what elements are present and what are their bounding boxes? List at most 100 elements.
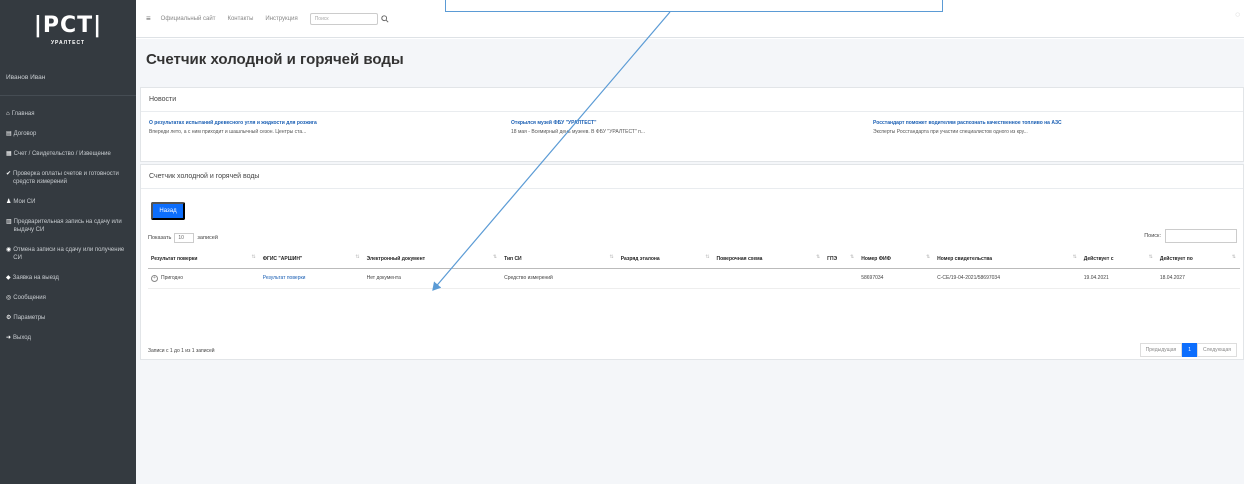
pagination: Предыдущая 1 Следующая xyxy=(1139,343,1237,357)
cell-value: Нет документа xyxy=(366,275,401,281)
table-cell: 19.04.2021 xyxy=(1080,268,1157,289)
column-header[interactable]: Поверочная схема ⇅ xyxy=(713,250,825,269)
sidebar-item[interactable]: ➜ Выход xyxy=(0,334,136,342)
nav-instructions[interactable]: Инструкция xyxy=(265,16,297,22)
logo[interactable]: |PCT| УРАЛТЕСТ xyxy=(0,0,136,60)
sort-icon[interactable]: ⇅ xyxy=(705,254,709,260)
sidebar-item[interactable]: ♟ Мои СИ xyxy=(0,198,136,206)
user-icon: ♟ xyxy=(6,199,12,205)
page-title: Счетчик холодной и горячей воды xyxy=(146,51,404,68)
table-cell: Нет документа xyxy=(363,268,502,289)
search-input[interactable]: Поиск xyxy=(309,12,378,25)
cell-value: 58697034 xyxy=(861,275,884,281)
column-header[interactable]: Номер свидетельства ⇅ xyxy=(934,250,1081,269)
table-cell[interactable]: Результат поверки xyxy=(259,268,364,289)
news-title[interactable]: Росстандарт поможет водителям распознать… xyxy=(873,120,1235,126)
sort-icon[interactable]: ⇅ xyxy=(926,254,930,260)
sort-icon[interactable]: ⇅ xyxy=(355,254,359,260)
table-cell: Средство измерений xyxy=(501,268,618,289)
sidebar-item[interactable]: ✔ Проверка оплаты счетов и готовности сре… xyxy=(0,170,136,186)
search-icon[interactable] xyxy=(378,13,392,25)
sidebar-item[interactable]: ⚙ Параметры xyxy=(0,314,136,322)
page-length-select[interactable]: 10 xyxy=(174,233,195,243)
pagination-next[interactable]: Следующая xyxy=(1197,343,1237,357)
home-icon: ⌂ xyxy=(6,111,10,117)
sidebar-item[interactable]: ▥ Предварительная запись на сдачу или выд… xyxy=(0,218,136,234)
results-table: Результат поверки ⇅ ФГИС "АРШИН" ⇅ Электронн… xyxy=(148,250,1240,289)
sidebar-item-label: Договор xyxy=(13,131,37,137)
table-row: + Пригодно Результат поверки Нет документа С… xyxy=(148,268,1240,289)
page-length-control: Показать 10 записей xyxy=(148,233,218,243)
sidebar-item-label: Параметры xyxy=(13,315,46,321)
show-label: Показать xyxy=(148,235,172,241)
expand-icon[interactable]: + xyxy=(151,274,158,282)
table-cell xyxy=(617,268,714,289)
logo-mark: |PCT| xyxy=(33,12,103,38)
news-title[interactable]: О результатах испытаний древесного угля … xyxy=(149,120,511,126)
column-header-label: Тип СИ xyxy=(504,255,522,262)
table-cell: 18.04.2027 xyxy=(1156,268,1240,289)
sidebar-item-label: Предварительная запись на сдачу или выда… xyxy=(13,219,122,233)
cell-value: Средство измерений xyxy=(504,275,553,281)
sort-icon[interactable]: ⇅ xyxy=(1232,254,1236,260)
news-item[interactable]: Росстандарт поможет водителям распознать… xyxy=(873,120,1235,135)
sort-icon[interactable]: ⇅ xyxy=(493,254,497,260)
table-cell: + Пригодно xyxy=(148,268,260,289)
news-title[interactable]: Открылся музей ФБУ "УРАЛТЕСТ" xyxy=(511,120,873,126)
cell-value: 19.04.2021 xyxy=(1083,275,1109,281)
check-icon: ✔ xyxy=(6,171,12,177)
user-name[interactable]: Иванов Иван xyxy=(0,60,136,96)
table-cell xyxy=(824,268,859,289)
sidebar-item[interactable]: ◉ Отмена записи на сдачу или получение СИ xyxy=(0,246,136,262)
column-header[interactable]: Действует с ⇅ xyxy=(1080,250,1157,269)
table-search: Поиск: xyxy=(1144,229,1237,243)
invoice-icon: ▦ xyxy=(6,151,12,157)
pagination-prev[interactable]: Предыдущая xyxy=(1139,343,1183,357)
column-header-label: Результат поверки xyxy=(151,255,198,262)
document-icon: ▤ xyxy=(6,131,12,137)
table-cell: С-СЕ/19-04-2021/58697034 xyxy=(934,268,1081,289)
column-header[interactable]: Результат поверки ⇅ xyxy=(148,250,260,269)
column-header-label: ФГИС "АРШИН" xyxy=(262,255,303,262)
back-button[interactable]: Назад xyxy=(151,202,185,220)
sidebar-menu: ⌂ Главная ▤ Договор ▦ Счет / Свидетельство / … xyxy=(0,96,136,342)
cancel-icon: ◉ xyxy=(6,247,12,253)
sidebar-item[interactable]: ▤ Договор xyxy=(0,130,136,138)
records-label: записей xyxy=(197,235,218,241)
news-header: Новости xyxy=(141,88,1243,112)
nav-contacts[interactable]: Контакты xyxy=(227,16,253,22)
sort-icon[interactable]: ⇅ xyxy=(1073,254,1077,260)
sort-icon[interactable]: ⇅ xyxy=(1149,254,1153,260)
cell-value: Пригодно xyxy=(161,274,184,281)
result-link[interactable]: Результат поверки xyxy=(263,275,306,281)
column-header[interactable]: Номер ФИФ ⇅ xyxy=(858,250,935,269)
sidebar-item[interactable]: ◆ Заявка на выезд xyxy=(0,274,136,282)
sidebar-item[interactable]: ⌂ Главная xyxy=(0,110,136,118)
device-header: Счетчик холодной и горячей воды xyxy=(141,165,1243,189)
column-header[interactable]: Разряд эталона ⇅ xyxy=(617,250,714,269)
table-search-input[interactable] xyxy=(1165,229,1237,243)
sort-icon[interactable]: ⇅ xyxy=(816,254,820,260)
column-header[interactable]: Тип СИ ⇅ xyxy=(501,250,618,269)
sort-icon[interactable]: ⇅ xyxy=(252,254,256,260)
cell-value: 18.04.2027 xyxy=(1159,275,1185,281)
nav-official-site[interactable]: Официальный сайт xyxy=(161,16,216,22)
sidebar-item-label: Заявка на выезд xyxy=(12,275,59,281)
column-header[interactable]: ГПЭ ⇅ xyxy=(824,250,859,269)
column-header[interactable]: ФГИС "АРШИН" ⇅ xyxy=(259,250,364,269)
news-item[interactable]: Открылся музей ФБУ "УРАЛТЕСТ" 18 мая - В… xyxy=(511,120,873,135)
sort-icon[interactable]: ⇅ xyxy=(850,254,854,260)
news-item[interactable]: О результатах испытаний древесного угля … xyxy=(149,120,511,135)
menu-toggle-icon[interactable]: ≡ xyxy=(146,14,151,23)
pagination-page[interactable]: 1 xyxy=(1182,343,1198,357)
annotation-callout-box xyxy=(445,0,943,12)
sidebar-item[interactable]: ▦ Счет / Свидетельство / Извещение xyxy=(0,150,136,158)
column-header[interactable]: Действует по ⇅ xyxy=(1156,250,1240,269)
sidebar-item-label: Счет / Свидетельство / Извещение xyxy=(13,151,111,157)
column-header-label: Номер свидетельства xyxy=(937,255,992,262)
column-header[interactable]: Электронный документ ⇅ xyxy=(363,250,502,269)
sidebar-item[interactable]: ◎ Сообщения xyxy=(0,294,136,302)
notification-icon[interactable]: ◌ xyxy=(1235,10,1240,19)
column-header-label: ГПЭ xyxy=(827,255,838,262)
sort-icon[interactable]: ⇅ xyxy=(610,254,614,260)
